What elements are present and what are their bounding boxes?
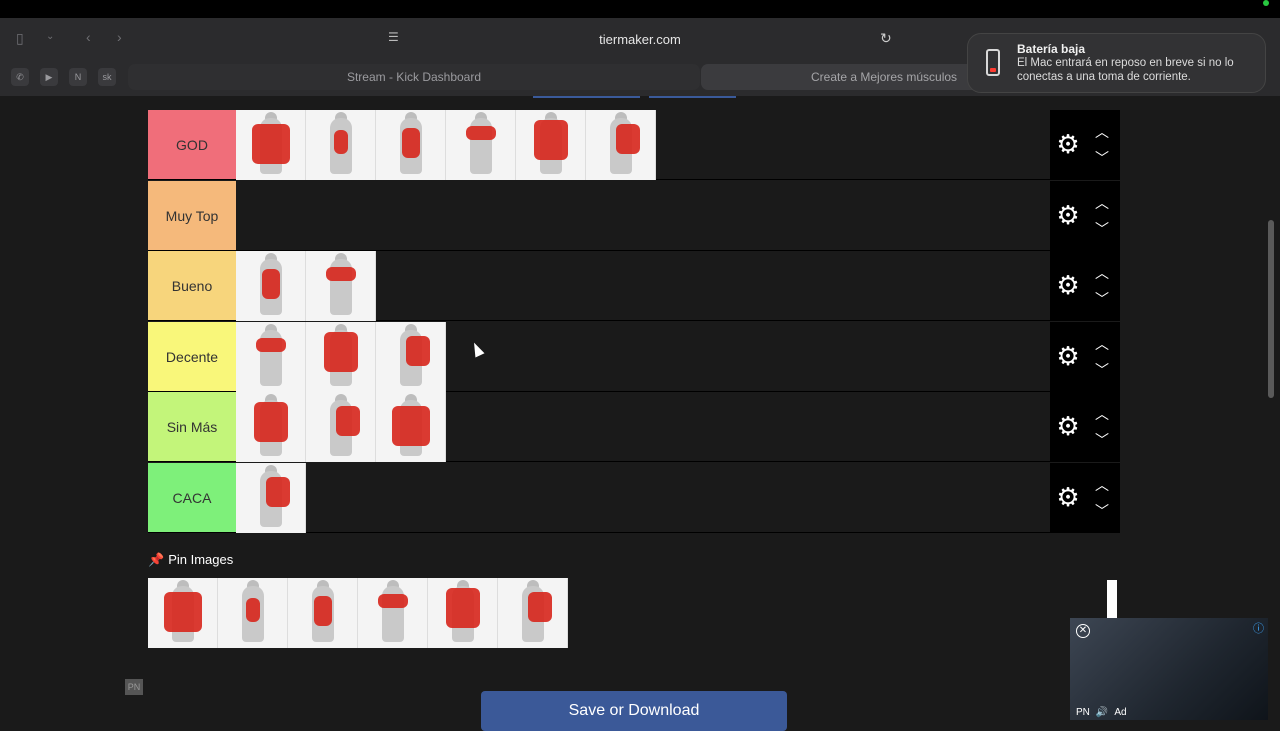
tier-row: Muy Top ⚙ ︿ ﹀ [148,181,1120,251]
forward-icon[interactable]: › [117,29,122,45]
low-battery-notification[interactable]: Batería baja El Mac entrará en reposo en… [967,33,1266,93]
sidebar-toggle-icon[interactable]: ▯ [16,30,24,47]
gear-icon[interactable]: ⚙ [1055,131,1081,157]
tier-controls: ⚙ ︿ ﹀ [1050,392,1120,461]
ad-divider [1107,580,1117,620]
pinned-muscle-image[interactable] [148,578,218,648]
muscle-image[interactable] [306,251,376,321]
tier-items [236,110,656,180]
muscle-image[interactable] [376,110,446,180]
tier-controls: ⚙ ︿ ﹀ [1050,181,1120,250]
pinned-muscle-image[interactable] [218,578,288,648]
muscle-image[interactable] [236,251,306,321]
pin-icon: 📌 [148,552,165,567]
tier-row: Decente ⚙ ︿ ﹀ [148,322,1120,392]
pinned-muscle-image[interactable] [358,578,428,648]
pn-badge: PN [125,679,143,695]
muscle-image[interactable] [446,110,516,180]
muscle-image[interactable] [516,110,586,180]
tier-row: Sin Más ⚙ ︿ ﹀ [148,392,1120,462]
tier-label[interactable]: Decente [148,322,236,391]
chevron-down-icon[interactable]: ﹀ [1092,360,1112,378]
tier-label[interactable]: Sin Más [148,392,236,461]
chevron-up-icon[interactable]: ︿ [1092,122,1112,140]
muscle-image[interactable] [376,322,446,392]
reader-icon[interactable]: ☰ [388,30,399,44]
chevron-down-icon[interactable]: ﹀ [1092,148,1112,166]
tier-controls: ⚙ ︿ ﹀ [1050,463,1120,532]
muscle-image[interactable] [376,392,446,462]
tier-row: Bueno ⚙ ︿ ﹀ [148,251,1120,321]
muscle-image[interactable] [586,110,656,180]
muscle-image[interactable] [306,110,376,180]
tab-create[interactable]: Create a Mejores músculos [701,64,1001,90]
gear-icon[interactable]: ⚙ [1055,343,1081,369]
tier-controls: ⚙ ︿ ﹀ [1050,251,1120,320]
chevron-down-icon[interactable]: ﹀ [1092,430,1112,448]
tier-label[interactable]: CACA [148,463,236,532]
pinned-muscle-image[interactable] [288,578,358,648]
tier-items [236,463,306,533]
tier-controls: ⚙ ︿ ﹀ [1050,110,1120,179]
pn-icon: PN [1076,707,1090,718]
pinned-tab-whatsapp-icon[interactable]: ✆ [11,68,29,86]
pin-images-strip [148,578,568,648]
muscle-image[interactable] [306,392,376,462]
pinned-tab-notion-icon[interactable]: N [69,68,87,86]
tier-items [236,322,446,392]
close-icon[interactable]: ✕ [1076,624,1090,638]
tier-items [236,392,446,462]
pin-images-label[interactable]: 📌 Pin Images [148,552,233,568]
gear-icon[interactable]: ⚙ [1055,484,1081,510]
notification-body: El Mac entrará en reposo en breve si no … [1017,57,1234,83]
chevron-up-icon[interactable]: ︿ [1092,193,1112,211]
menu-bar [0,0,1280,18]
tier-label[interactable]: GOD [148,110,236,179]
muscle-image[interactable] [236,322,306,392]
muscle-image[interactable] [236,110,306,180]
chevron-down-icon[interactable]: ﹀ [1092,289,1112,307]
ad-controls: PN 🔊 Ad [1076,707,1127,718]
chevron-up-icon[interactable]: ︿ [1092,263,1112,281]
gear-icon[interactable]: ⚙ [1055,272,1081,298]
tier-items [236,251,376,321]
back-icon[interactable]: ‹ [86,29,91,45]
gear-icon[interactable]: ⚙ [1055,413,1081,439]
chevron-up-icon[interactable]: ︿ [1092,334,1112,352]
notification-title: Batería baja [1017,42,1086,56]
tier-row: CACA ⚙ ︿ ﹀ [148,463,1120,533]
tier-controls: ⚙ ︿ ﹀ [1050,322,1120,391]
url-bar[interactable]: tiermaker.com [540,32,740,47]
tab-stream[interactable]: Stream - Kick Dashboard [128,64,700,90]
pinned-muscle-image[interactable] [498,578,568,648]
pinned-tab-youtube-icon[interactable]: ▶ [40,68,58,86]
scrollbar[interactable] [1268,220,1274,398]
chevron-up-icon[interactable]: ︿ [1092,404,1112,422]
tab-label: Stream - Kick Dashboard [346,70,482,84]
muscle-image[interactable] [306,322,376,392]
volume-icon[interactable]: 🔊 [1096,707,1108,718]
muscle-image[interactable] [236,392,306,462]
video-ad[interactable]: ✕ ⓘ PN 🔊 Ad [1070,618,1268,720]
battery-icon [986,49,1000,76]
muscle-image[interactable] [236,463,306,533]
save-download-button[interactable]: Save or Download [481,691,787,731]
chevron-down-icon[interactable]: ⌄ [46,31,54,42]
chevron-down-icon[interactable]: ﹀ [1092,501,1112,519]
tab-label: Create a Mejores músculos [811,70,958,84]
info-icon[interactable]: ⓘ [1253,620,1264,636]
pinned-muscle-image[interactable] [428,578,498,648]
status-dot [1263,0,1269,6]
ad-video-frame [1070,618,1268,720]
chevron-down-icon[interactable]: ﹀ [1092,219,1112,237]
gear-icon[interactable]: ⚙ [1055,202,1081,228]
tier-label[interactable]: Muy Top [148,181,236,250]
ad-label: Ad [1114,707,1127,718]
tier-row: GOD ⚙ ︿ ﹀ [148,110,1120,180]
reload-icon[interactable]: ↻ [880,30,892,47]
tier-label[interactable]: Bueno [148,251,236,320]
chevron-up-icon[interactable]: ︿ [1092,475,1112,493]
pinned-tab-sk-icon[interactable]: sk [98,68,116,86]
